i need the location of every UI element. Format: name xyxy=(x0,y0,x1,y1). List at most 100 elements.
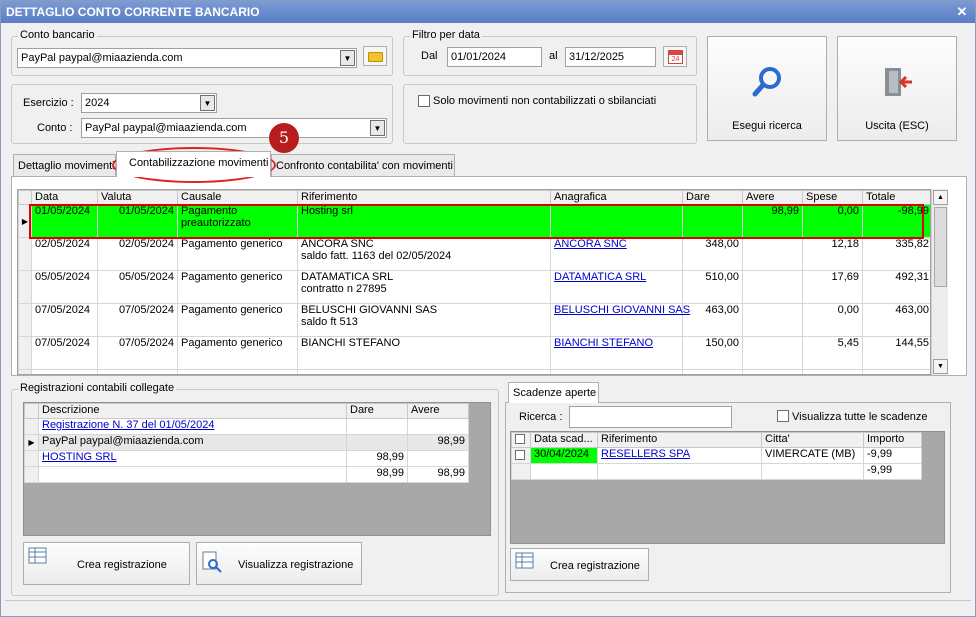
table-row[interactable]: -9,99 xyxy=(511,463,922,480)
chevron-down-icon[interactable]: ▼ xyxy=(370,120,385,136)
cell-avere[interactable] xyxy=(407,418,469,435)
scroll-down-icon[interactable]: ▼ xyxy=(933,359,948,374)
cell-causale[interactable]: Pagamento generico xyxy=(177,270,298,304)
row-checkbox[interactable] xyxy=(515,450,525,460)
cell-descrizione[interactable]: HOSTING SRL xyxy=(38,450,347,467)
col-descrizione[interactable]: Descrizione xyxy=(38,403,347,419)
scroll-thumb[interactable] xyxy=(934,207,947,287)
conto-link[interactable]: HOSTING SRL xyxy=(42,451,117,463)
cell-dare[interactable] xyxy=(346,418,408,435)
col-totale[interactable]: Totale xyxy=(862,190,930,205)
col-importo[interactable]: Importo xyxy=(863,432,922,448)
tab-scadenze-aperte[interactable]: Scadenze aperte xyxy=(508,382,599,403)
al-input[interactable]: 31/12/2025 xyxy=(565,47,656,67)
cell-dare[interactable]: 510,00 xyxy=(682,270,743,304)
table-row[interactable]: 07/05/2024 07/05/2024 Pagamento generico… xyxy=(18,336,930,370)
cell-spese[interactable]: 5,45 xyxy=(802,336,863,370)
cell-data-scadenza[interactable]: 30/04/2024 xyxy=(530,447,598,464)
folder-icon[interactable] xyxy=(363,46,387,66)
cell-riferimento[interactable] xyxy=(597,463,762,480)
cell-data[interactable]: 07/05/2024 xyxy=(31,336,98,370)
solo-movimenti-checkbox[interactable] xyxy=(418,95,430,107)
col-spese[interactable]: Spese xyxy=(802,190,863,205)
calendar-icon[interactable]: 24 xyxy=(663,46,687,67)
visualizza-registrazione-button[interactable]: Visualizza registrazione xyxy=(196,542,362,585)
col-valuta[interactable]: Valuta xyxy=(97,190,178,205)
cell-empty[interactable] xyxy=(682,369,743,374)
col-data[interactable]: Data xyxy=(31,190,98,205)
table-row[interactable]: HOSTING SRL 98,99 xyxy=(24,450,469,467)
registrazione-link[interactable]: Registrazione N. 37 del 01/05/2024 xyxy=(42,419,214,431)
table-row[interactable]: Registrazione N. 37 del 01/05/2024 xyxy=(24,418,469,435)
dal-input[interactable]: 01/01/2024 xyxy=(447,47,542,67)
cell-avere-total[interactable]: 98,99 xyxy=(407,466,469,483)
cell-totale[interactable]: 492,31 xyxy=(862,270,930,304)
col-riferimento[interactable]: Riferimento xyxy=(597,432,762,448)
cell-empty[interactable] xyxy=(550,369,683,374)
table-row[interactable]: ▶ PayPal paypal@miaazienda.com 98,99 xyxy=(24,434,469,451)
cell-avere[interactable] xyxy=(742,237,803,271)
cell-descrizione[interactable]: Registrazione N. 37 del 01/05/2024 xyxy=(38,418,347,435)
crea-registrazione-button[interactable]: Crea registrazione xyxy=(23,542,190,585)
cell-avere[interactable] xyxy=(742,303,803,337)
cell-valuta[interactable]: 07/05/2024 xyxy=(97,303,178,337)
cell-empty[interactable] xyxy=(97,369,178,374)
cell-empty[interactable] xyxy=(31,369,98,374)
ricerca-input[interactable] xyxy=(569,406,732,428)
cell-causale[interactable]: Pagamento generico xyxy=(177,237,298,271)
conto-select[interactable]: PayPal paypal@miaazienda.com ▼ xyxy=(81,118,387,138)
cell-dare[interactable] xyxy=(346,434,408,451)
scroll-up-icon[interactable]: ▲ xyxy=(933,190,948,205)
cell-causale[interactable]: Pagamento generico xyxy=(177,303,298,337)
cell-riferimento[interactable]: ANCORA SNC saldo fatt. 1163 del 02/05/202… xyxy=(297,237,551,271)
table-row[interactable] xyxy=(18,369,930,374)
col-data-scadenza[interactable]: Data scad... xyxy=(530,432,598,448)
uscita-button[interactable]: Uscita (ESC) xyxy=(837,36,957,141)
cell-empty[interactable] xyxy=(297,369,551,374)
cell-data[interactable]: 02/05/2024 xyxy=(31,237,98,271)
cell-riferimento[interactable]: DATAMATICA SRL contratto n 27895 xyxy=(297,270,551,304)
cell-descrizione[interactable] xyxy=(38,466,347,483)
anagrafica-link[interactable]: BELUSCHI GIOVANNI SAS xyxy=(554,304,690,316)
cell-descrizione[interactable]: PayPal paypal@miaazienda.com xyxy=(38,434,347,451)
cell-data-scadenza[interactable] xyxy=(530,463,598,480)
cell-anagrafica[interactable]: ANCORA SNC xyxy=(550,237,683,271)
cell-citta[interactable] xyxy=(761,463,864,480)
col-riferimento[interactable]: Riferimento xyxy=(297,190,551,205)
col-avere[interactable]: Avere xyxy=(742,190,803,205)
cell-avere[interactable]: 98,99 xyxy=(407,434,469,451)
riferimento-link[interactable]: RESELLERS SPA xyxy=(601,448,690,460)
tutte-scadenze-checkbox[interactable] xyxy=(777,410,789,422)
cell-empty[interactable] xyxy=(177,369,298,374)
col-dare[interactable]: Dare xyxy=(346,403,408,419)
table-row[interactable]: 05/05/2024 05/05/2024 Pagamento generico… xyxy=(18,270,930,304)
chevron-down-icon[interactable]: ▼ xyxy=(340,50,355,66)
cell-empty[interactable] xyxy=(802,369,863,374)
scadenze-crea-registrazione-button[interactable]: Crea registrazione xyxy=(510,548,649,581)
anagrafica-link[interactable]: DATAMATICA SRL xyxy=(554,271,646,283)
cell-dare[interactable]: 463,00 xyxy=(682,303,743,337)
cell-riferimento[interactable]: BIANCHI STEFANO xyxy=(297,336,551,370)
cell-importo[interactable]: -9,99 xyxy=(863,447,922,464)
cell-avere[interactable] xyxy=(407,450,469,467)
cell-data[interactable]: 07/05/2024 xyxy=(31,303,98,337)
cell-empty[interactable] xyxy=(742,369,803,374)
col-dare[interactable]: Dare xyxy=(682,190,743,205)
col-citta[interactable]: Citta' xyxy=(761,432,864,448)
close-icon[interactable]: ✕ xyxy=(955,5,969,19)
movimenti-scrollbar[interactable]: ▲ ▼ xyxy=(931,189,948,375)
cell-totale[interactable]: 463,00 xyxy=(862,303,930,337)
cell-dare[interactable]: 150,00 xyxy=(682,336,743,370)
cell-spese[interactable]: 12,18 xyxy=(802,237,863,271)
col-causale[interactable]: Causale xyxy=(177,190,298,205)
cell-valuta[interactable]: 07/05/2024 xyxy=(97,336,178,370)
cell-spese[interactable]: 17,69 xyxy=(802,270,863,304)
esegui-ricerca-button[interactable]: Esegui ricerca xyxy=(707,36,827,141)
cell-citta[interactable]: VIMERCATE (MB) xyxy=(761,447,864,464)
cell-dare-total[interactable]: 98,99 xyxy=(346,466,408,483)
table-row[interactable]: 07/05/2024 07/05/2024 Pagamento generico… xyxy=(18,303,930,337)
cell-avere[interactable] xyxy=(742,270,803,304)
tab-contabilizzazione-movimenti[interactable]: Contabilizzazione movimenti xyxy=(116,151,271,177)
anagrafica-link[interactable]: ANCORA SNC xyxy=(554,238,627,250)
tab-dettaglio-movimenti[interactable]: Dettaglio movimenti xyxy=(13,154,116,178)
